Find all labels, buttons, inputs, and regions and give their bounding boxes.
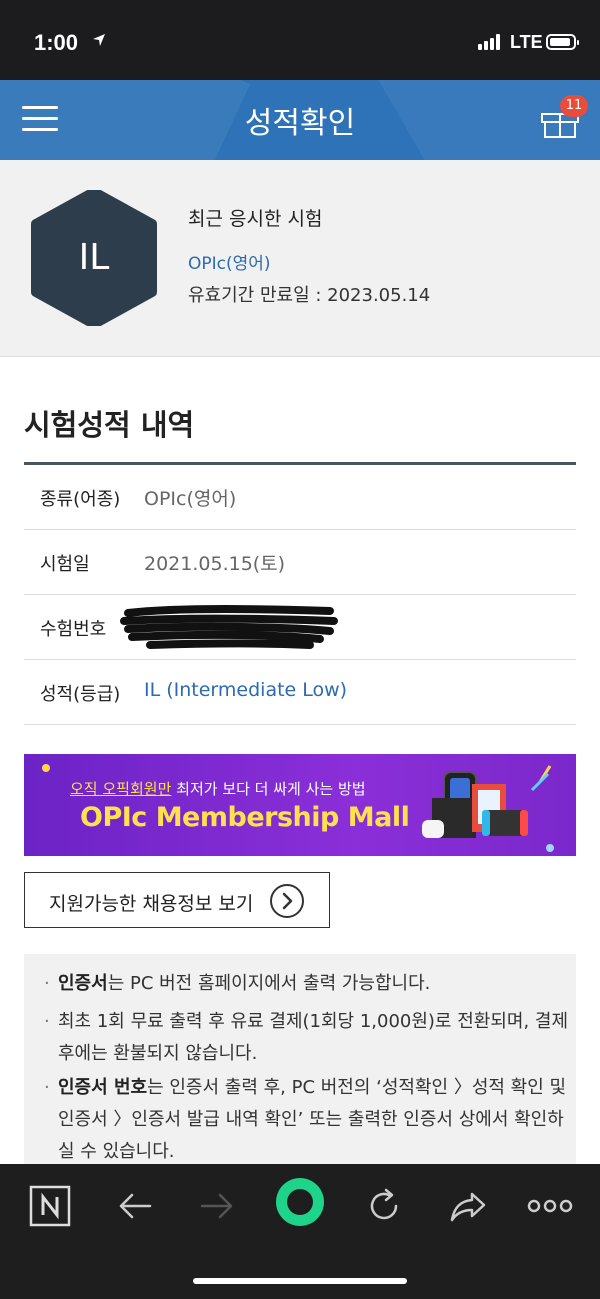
status-bar: 1:00 LTE [0, 0, 600, 80]
app-header: 성적확인 [0, 80, 600, 160]
avatar: IL [31, 190, 157, 326]
profile-card: IL 최근 응시한 시험 OPIc(영어) 유효기간 만료일 : 2023.05… [0, 160, 600, 357]
page-title: 성적확인 [244, 106, 356, 141]
green-dot-icon[interactable] [274, 1176, 326, 1228]
naver-logo-icon[interactable] [28, 1184, 72, 1228]
notice-box: 인증서는 PC 버전 홈페이지에서 출력 가능합니다. 최초 1회 무료 출력 … [24, 954, 576, 1169]
back-arrow-icon[interactable] [114, 1184, 158, 1228]
home-indicator [193, 1278, 407, 1284]
result-table: 종류(어종) OPIc(영어) 시험일 2021.05.15(토) 수험번호 성… [24, 462, 576, 725]
grade-value: IL (Intermediate Low) [144, 679, 348, 701]
expiry-date: 유효기간 만료일 : 2023.05.14 [188, 285, 431, 306]
forward-arrow-icon[interactable] [194, 1184, 238, 1228]
notification-badge: 11 [560, 95, 588, 117]
location-arrow-icon [93, 34, 105, 46]
row-value: OPIc(영어) [144, 488, 237, 510]
table-row: 종류(어종) OPIc(영어) [24, 465, 576, 530]
notice-item: 인증서 번호는 인증서 출력 후, PC 버전의 ‘성적확인 〉성적 확인 및 … [44, 1072, 578, 1168]
status-time: 1:00 [34, 30, 79, 55]
chevron-right-circle-icon [270, 884, 304, 918]
banner-title: OPIc Membership Mall [80, 802, 410, 833]
view-jobs-button[interactable]: 지원가능한 채용정보 보기 [24, 872, 330, 928]
notice-item: 최초 1회 무료 출력 후 유료 결제(1회당 1,000원)로 전환되며, 결… [44, 1006, 578, 1070]
table-row: 성적(등급) IL (Intermediate Low) [24, 660, 576, 725]
row-label: 수험번호 [40, 619, 107, 640]
section-title: 시험성적 내역 [24, 408, 195, 442]
table-row: 시험일 2021.05.15(토) [24, 530, 576, 595]
row-value: 2021.05.15(토) [144, 553, 286, 575]
avatar-initials: IL [79, 237, 110, 278]
notice-bold: 인증서 번호 [58, 1077, 148, 1098]
banner-subtitle: 오직 오픽회원만 최저가 보다 더 싸게 사는 방법 [70, 778, 366, 799]
recent-exam-heading: 최근 응시한 시험 [188, 208, 323, 230]
table-row: 수험번호 [24, 595, 576, 660]
notice-text: 는 PC 버전 홈페이지에서 출력 가능합니다. [107, 973, 431, 994]
recent-exam-link[interactable]: OPIc(영어) [188, 249, 271, 274]
membership-mall-banner[interactable]: 오직 오픽회원만 최저가 보다 더 싸게 사는 방법 OPIc Membersh… [24, 754, 576, 856]
notice-text: 최초 1회 무료 출력 후 유료 결제(1회당 1,000원)로 전환되며, 결… [58, 1011, 569, 1064]
banner-subtext: 최저가 보다 더 싸게 사는 방법 [171, 780, 366, 798]
notice-item: 인증서는 PC 버전 홈페이지에서 출력 가능합니다. [44, 968, 578, 1000]
notice-bold: 인증서 [58, 973, 108, 994]
network-type: LTE [510, 32, 543, 52]
row-label: 성적(등급) [40, 684, 121, 705]
share-icon[interactable] [446, 1184, 490, 1228]
redaction-scribble [120, 605, 338, 649]
more-icon[interactable] [526, 1184, 574, 1228]
view-jobs-label: 지원가능한 채용정보 보기 [49, 893, 254, 915]
row-label: 종류(어종) [40, 489, 121, 510]
refresh-icon[interactable] [362, 1184, 406, 1228]
banner-highlight: 오직 오픽회원만 [70, 780, 172, 798]
battery-icon [546, 34, 579, 50]
row-label: 시험일 [40, 554, 90, 575]
